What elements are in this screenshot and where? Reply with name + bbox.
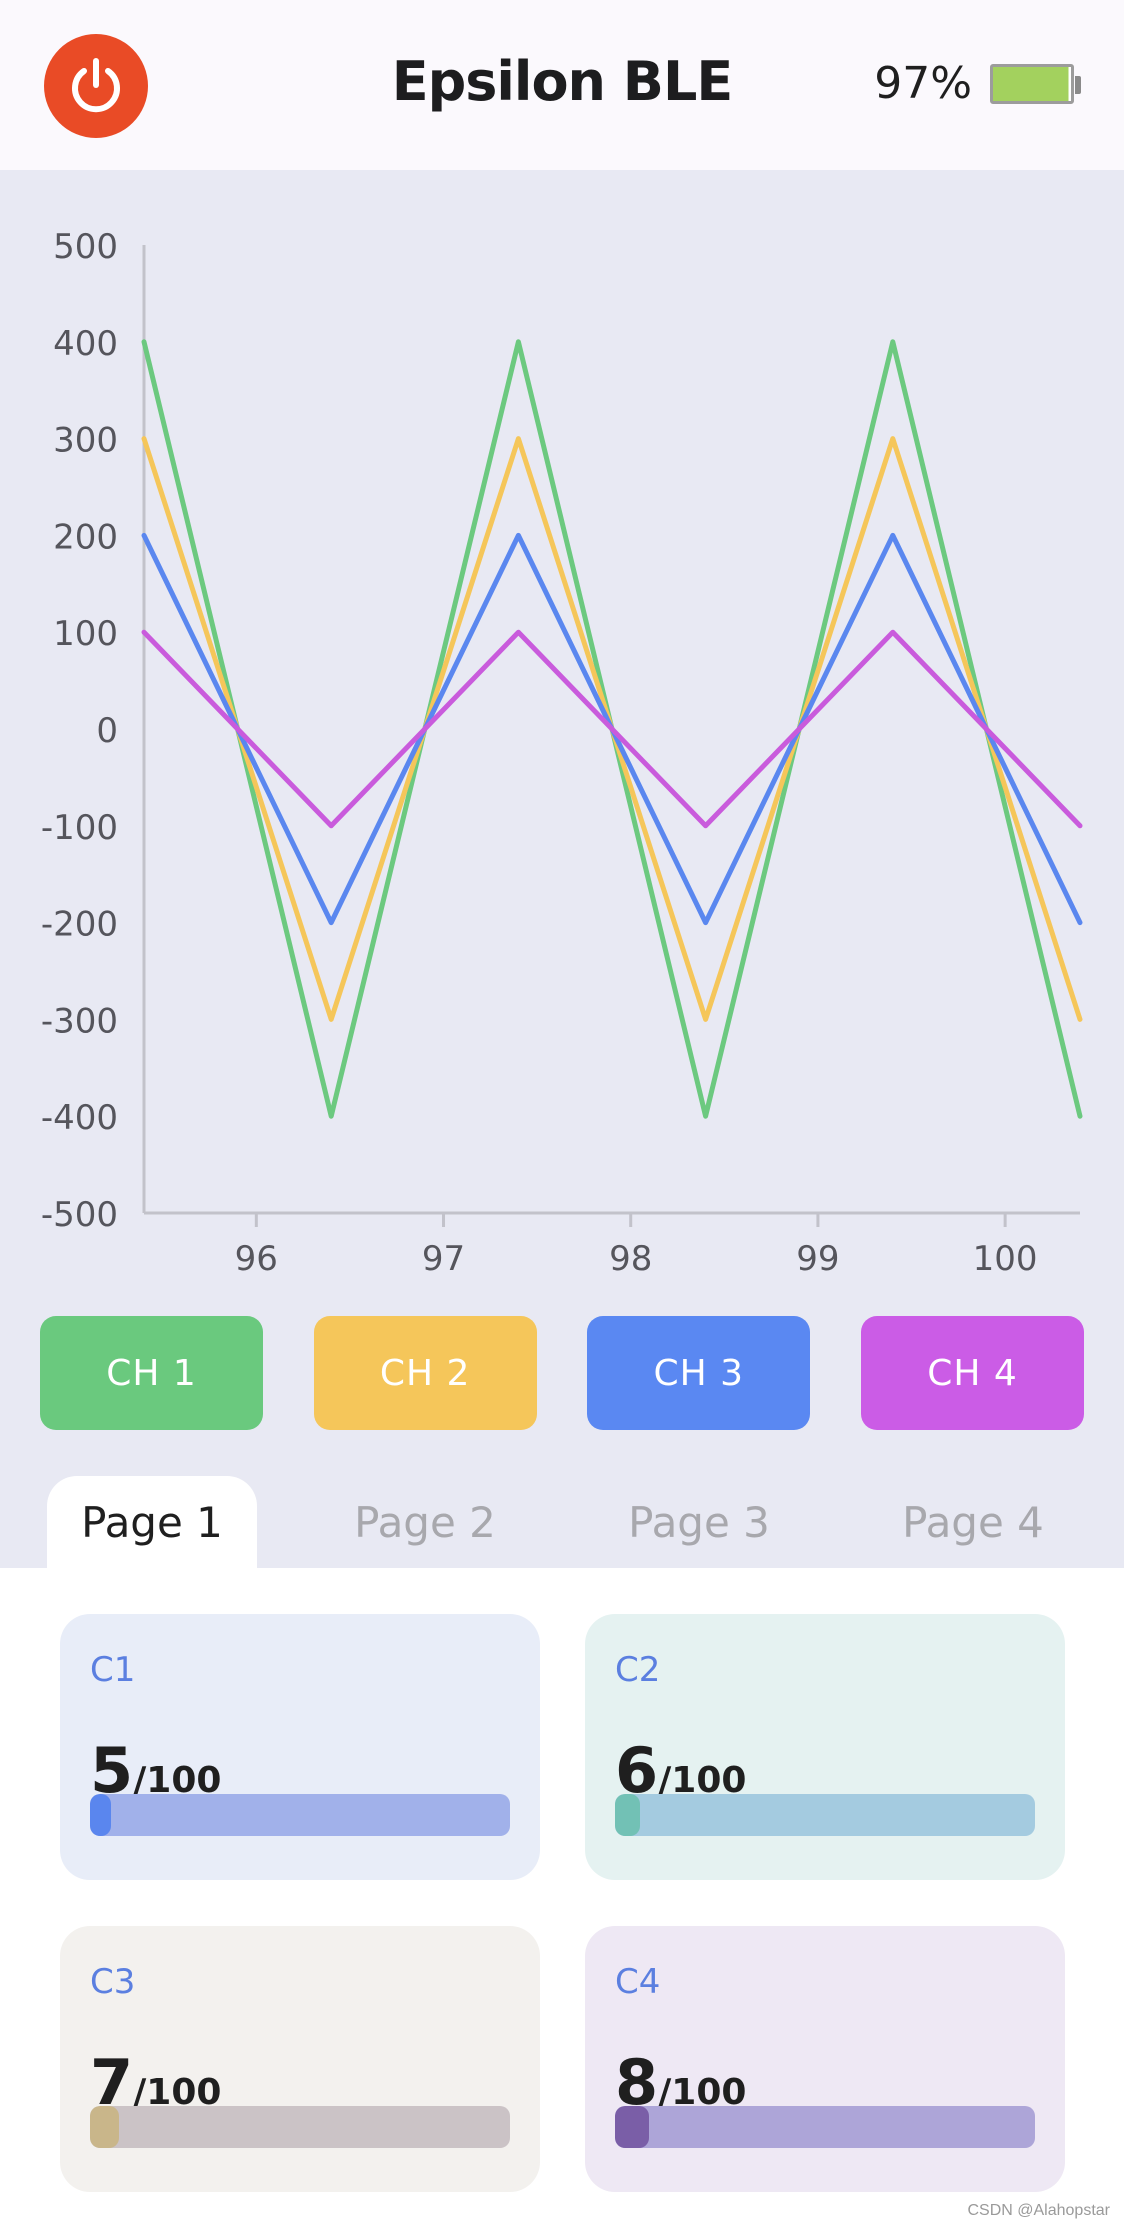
- battery-icon: [990, 64, 1074, 104]
- battery-percent: 97%: [874, 58, 972, 109]
- card-label: C4: [615, 1962, 661, 2002]
- card-label: C1: [90, 1650, 136, 1690]
- series-line-ch4: [141, 629, 1083, 829]
- progress-fill: [615, 1794, 641, 1836]
- y-tick-label: -300: [41, 1001, 118, 1041]
- channel-2-button[interactable]: CH 2: [313, 1316, 537, 1430]
- progress-track: [615, 1794, 1035, 1836]
- x-tick-label: 97: [422, 1239, 465, 1279]
- progress-track: [90, 2106, 510, 2148]
- counter-card-c4: C4 8/100: [585, 1926, 1065, 2192]
- card-label: C2: [615, 1650, 661, 1690]
- battery-tip: [1075, 76, 1081, 94]
- y-tick-label: 300: [53, 421, 118, 461]
- tab-page-1[interactable]: Page 1: [47, 1476, 257, 1568]
- tab-page-4[interactable]: Page 4: [868, 1476, 1078, 1568]
- waveform-chart: 500 400 300 200 100 0 -100 -200 -300 -400 -500 96 97…: [41, 227, 1083, 1279]
- y-tick-label: 400: [53, 324, 118, 364]
- x-tick-label: 98: [609, 1239, 652, 1279]
- x-tick-label: 99: [796, 1239, 839, 1279]
- x-tick-label: 96: [235, 1239, 278, 1279]
- y-tick-label: -100: [41, 808, 118, 848]
- counter-card-c3: C3 7/100: [60, 1926, 540, 2192]
- y-tick-label: -200: [41, 905, 118, 945]
- x-tick-label: 100: [973, 1239, 1038, 1279]
- channel-buttons: CH 1 CH 2 CH 3 CH 4: [40, 1316, 1084, 1430]
- progress-fill: [615, 2106, 649, 2148]
- tab-page-2[interactable]: Page 2: [320, 1476, 530, 1568]
- progress-fill: [90, 2106, 120, 2148]
- counter-card-c2: C2 6/100: [585, 1614, 1065, 1880]
- counter-card-c1: C1 5/100: [60, 1614, 540, 1880]
- y-tick-label: 500: [53, 227, 118, 267]
- progress-track: [90, 1794, 510, 1836]
- watermark: CSDN @Alahopstar: [967, 2202, 1110, 2219]
- page-tabs: Page 1 Page 2 Page 3 Page 4: [0, 1476, 1124, 1568]
- y-tick-label: 0: [96, 711, 118, 751]
- channel-3-button[interactable]: CH 3: [587, 1316, 811, 1430]
- card-label: C3: [90, 1962, 136, 2002]
- progress-track: [615, 2106, 1035, 2148]
- tab-page-3[interactable]: Page 3: [594, 1476, 804, 1568]
- app-header: Epsilon BLE 97%: [0, 0, 1124, 170]
- progress-fill: [90, 1794, 111, 1836]
- y-tick-label: 200: [53, 517, 118, 557]
- y-tick-label: 100: [53, 614, 118, 654]
- channel-4-button[interactable]: CH 4: [860, 1316, 1084, 1430]
- channel-1-button[interactable]: CH 1: [40, 1316, 263, 1430]
- y-tick-label: -500: [41, 1195, 118, 1235]
- y-tick-label: -400: [41, 1098, 118, 1138]
